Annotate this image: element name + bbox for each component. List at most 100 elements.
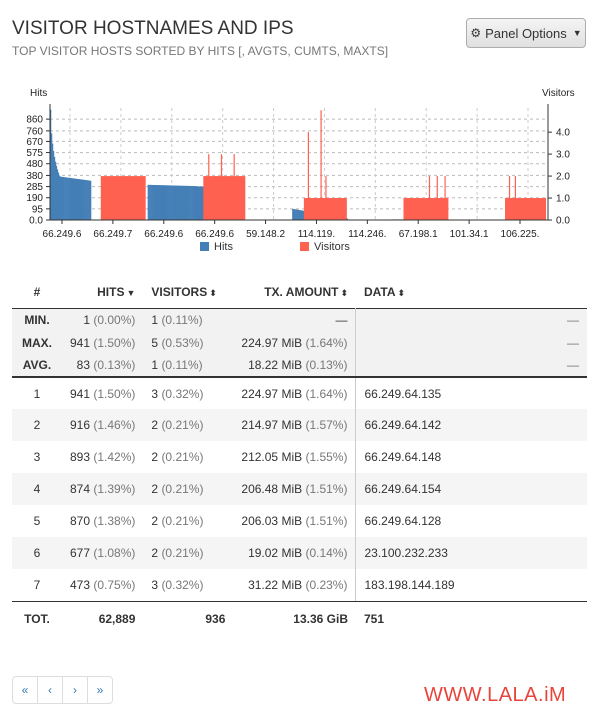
visitors-bar (508, 176, 511, 220)
total-data: 751 (356, 601, 587, 637)
row-hits: 941 (1.50%) (62, 377, 144, 409)
summary-label-text: MIN. (24, 312, 50, 327)
header-visitors[interactable]: VISITORS ⬍ (143, 276, 233, 308)
visitors-bar (444, 176, 446, 220)
visitors-bar (320, 110, 322, 220)
hits-value: 941 (70, 335, 91, 350)
row-tx: 31.22 MiB (0.23%) (233, 569, 357, 602)
x-tick-label: 66.249.6 (43, 229, 82, 240)
hits-percent: (1.08%) (93, 546, 136, 560)
header-hits[interactable]: HITS ▼ (62, 276, 143, 308)
prev-page-button[interactable]: ‹ (37, 676, 63, 704)
table-row[interactable]: 5 870 (1.38%) 2 (0.21%) 206.03 MiB (1.51%) 6… (12, 505, 587, 537)
visitors-percent: (0.11%) (161, 312, 203, 327)
header-num: # (33, 284, 41, 299)
legend-hits-swatch (200, 242, 209, 251)
row-number-text: 6 (33, 546, 41, 560)
table-row[interactable]: 2 916 (1.46%) 2 (0.21%) 214.97 MiB (1.57%) 6… (12, 409, 587, 441)
table-row[interactable]: 3 893 (1.42%) 2 (0.21%) 212.05 MiB (1.55%) 6… (12, 441, 587, 473)
visitors-bar (325, 176, 327, 220)
row-data: 23.100.232.233 (355, 537, 587, 569)
visitors-bar (428, 176, 431, 220)
next-page-button[interactable]: › (62, 676, 88, 704)
visitors-bar (514, 176, 516, 220)
visitors-percent: (0.11%) (161, 358, 203, 372)
right-tick-label: 4.0 (556, 128, 570, 139)
host-value: 23.100.232.233 (364, 546, 448, 560)
summary-row: MIN. 1 (0.00%) 1 (0.11%) — — (12, 307, 587, 331)
legend-visitors-swatch (300, 242, 309, 251)
host-value: 66.249.64.135 (364, 386, 442, 401)
hits-percent: (1.46%) (93, 418, 136, 432)
hits-value: 677 (70, 546, 91, 560)
header-data[interactable]: DATA ⬍ (356, 276, 587, 308)
table-row[interactable]: 7 473 (0.75%) 3 (0.32%) 31.22 MiB (0.23%) 18… (12, 569, 587, 602)
summary-label: MIN. (12, 307, 62, 331)
panel-title: VISITOR HOSTNAMES AND IPS (12, 18, 294, 39)
row-visitors: 3 (0.32%) (143, 377, 234, 409)
total-data-value: 751 (363, 612, 385, 627)
row-number-text: 2 (33, 418, 41, 432)
total-visitors-value: 936 (205, 612, 226, 627)
row-hits: 916 (1.46%) (62, 409, 144, 441)
row-number-text: 3 (33, 450, 41, 464)
left-tick-label: 760 (26, 126, 43, 137)
visitors-value: 1 (151, 312, 159, 327)
left-tick-label: 380 (26, 171, 43, 182)
row-tx: 19.02 MiB (0.14%) (233, 537, 357, 569)
x-tick-label: 67.198.1 (399, 229, 438, 240)
row-number: 7 (12, 569, 62, 602)
hits-percent: (1.50%) (93, 386, 136, 401)
total-visitors: 936 (143, 601, 233, 637)
visitors-bar (436, 176, 438, 220)
left-axis-title: Hits (30, 88, 47, 99)
visitors-bar (239, 176, 241, 220)
sort-icon: ⬍ (340, 287, 348, 298)
visitors-percent: (0.32%) (161, 577, 204, 592)
gear-icon: ⚙ (470, 26, 482, 40)
host-value: 66.249.64.128 (364, 514, 442, 528)
x-tick-label: 106.225. (501, 229, 540, 240)
header-tx-label: TX. AMOUNT (264, 284, 339, 299)
visitors-bar (505, 198, 547, 220)
last-page-button[interactable]: » (87, 676, 113, 704)
visitors-value: 2 (151, 514, 159, 528)
summary-hits: 83 (0.13%) (62, 354, 144, 378)
table-row[interactable]: 6 677 (1.08%) 2 (0.21%) 19.02 MiB (0.14%) 23… (12, 537, 587, 569)
visitors-bar (226, 176, 228, 220)
x-tick-label: 66.249.6 (195, 229, 234, 240)
visitors-percent: (0.21%) (161, 450, 204, 464)
visitors-percent: (0.21%) (161, 418, 204, 432)
visitors-value: 3 (151, 577, 159, 592)
summary-tx: 18.22 MiB (0.13%) (233, 354, 357, 378)
hits-percent: (1.50%) (93, 335, 136, 350)
legend-hits-label: Hits (214, 241, 233, 253)
table-row[interactable]: 4 874 (1.39%) 2 (0.21%) 206.48 MiB (1.51%) 6… (12, 473, 587, 505)
visitors-bar (403, 198, 449, 220)
row-hits: 677 (1.08%) (62, 537, 144, 569)
row-tx: 206.48 MiB (1.51%) (233, 473, 357, 505)
visitors-value: 5 (151, 335, 159, 350)
summary-label: MAX. (12, 331, 62, 354)
pagination: « ‹ › » (12, 676, 113, 704)
panel-options-button[interactable]: ⚙ Panel Options ▼ (466, 18, 586, 48)
hits-value: 874 (70, 482, 91, 496)
first-page-button[interactable]: « (12, 676, 38, 704)
hits-percent: (0.13%) (93, 358, 136, 372)
total-label: TOT. (12, 601, 62, 637)
tx-percent: (0.23%) (305, 577, 348, 592)
row-visitors: 2 (0.21%) (143, 505, 234, 537)
legend-visitors-label: Visitors (314, 241, 350, 253)
row-data: 183.198.144.189 (355, 569, 587, 602)
summary-label-text: AVG. (22, 358, 52, 372)
hits-value: 893 (70, 450, 91, 464)
visitors-bar (233, 154, 235, 220)
tx-percent: (1.51%) (305, 514, 348, 528)
hits-percent: (1.42%) (93, 450, 136, 464)
row-data: 66.249.64.128 (355, 505, 587, 537)
table-row[interactable]: 1 941 (1.50%) 3 (0.32%) 224.97 MiB (1.64%) 6… (12, 377, 587, 409)
visitor-hostnames-panel: VISITOR HOSTNAMES AND IPS TOP VISITOR HO… (0, 0, 597, 712)
x-tick-label: 66.249.7 (93, 229, 132, 240)
left-tick-label: 575 (26, 148, 43, 159)
header-tx-amount[interactable]: TX. AMOUNT ⬍ (233, 276, 356, 308)
